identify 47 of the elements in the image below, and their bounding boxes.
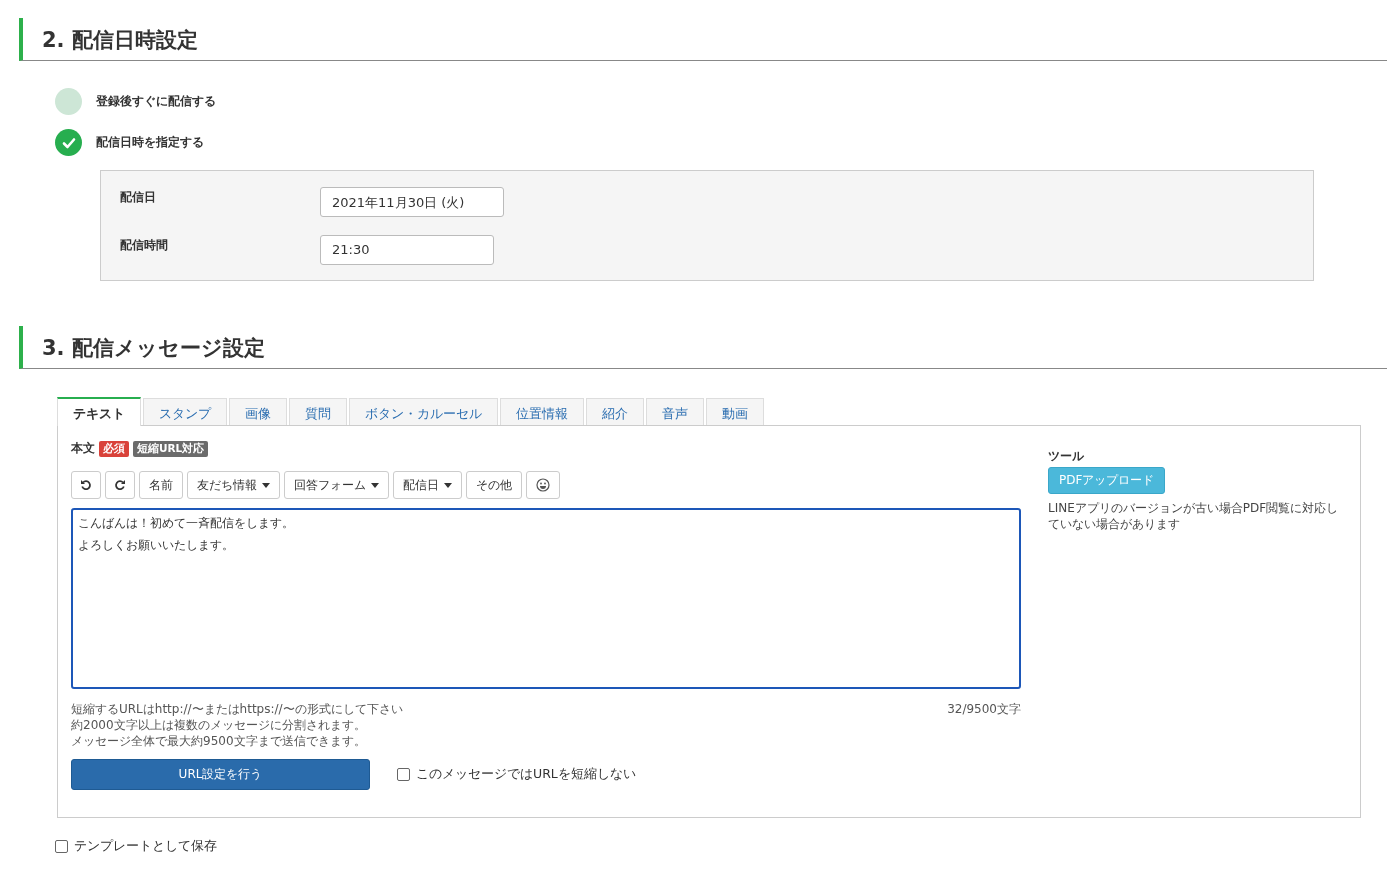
caret-icon: [444, 482, 452, 488]
check-icon: [61, 136, 76, 149]
tab[interactable]: 紹介: [586, 398, 644, 425]
dropdown-button[interactable]: 友だち情報: [187, 471, 280, 499]
tab[interactable]: 位置情報: [500, 398, 584, 425]
section-title: 3. 配信メッセージ設定: [42, 335, 265, 362]
tab[interactable]: 画像: [229, 398, 287, 425]
date-field[interactable]: 2021年11月30日 (火): [320, 187, 504, 217]
radio-label: 登録後すぐに配信する: [96, 93, 216, 110]
undo-icon: [80, 479, 92, 491]
checkbox-label: このメッセージではURLを短縮しない: [416, 766, 636, 783]
tab[interactable]: 質問: [289, 398, 347, 425]
field-label: 本文: [71, 440, 95, 457]
time-field[interactable]: 21:30: [320, 235, 494, 265]
radio-button[interactable]: [55, 129, 82, 156]
radio-button[interactable]: [55, 88, 82, 115]
redo-button[interactable]: [105, 471, 135, 499]
tab[interactable]: テキスト: [57, 397, 141, 426]
caret-icon: [371, 482, 379, 488]
caret-icon: [262, 482, 270, 488]
field-label: 配信日: [120, 189, 157, 206]
insert-button[interactable]: 名前: [139, 471, 183, 499]
message-textarea[interactable]: こんばんは！初めて一斉配信をします。 よろしくお願いいたします。: [71, 508, 1021, 689]
tab[interactable]: スタンプ: [143, 398, 227, 425]
checkbox[interactable]: [397, 768, 410, 781]
insert-button[interactable]: その他: [466, 471, 522, 499]
dropdown-button[interactable]: 回答フォーム: [284, 471, 389, 499]
checkbox-label: テンプレートとして保存: [74, 838, 217, 855]
tag: 必須: [99, 440, 129, 457]
redo-icon: [114, 479, 126, 491]
url-settings-button[interactable]: URL設定を行う: [71, 759, 370, 790]
smiley-icon: [536, 478, 550, 492]
emoji-button[interactable]: [526, 471, 560, 499]
field-label: 配信時間: [120, 237, 169, 254]
dropdown-button[interactable]: 配信日: [393, 471, 462, 499]
help-text: 短縮するURLはhttp://〜またはhttps://〜の形式にして下さい 約2000文字以上は複数のメッセージに分割されます。 メッセージ全体で最大約9500文字まで送信できます。: [71, 701, 403, 749]
checkbox[interactable]: [55, 840, 68, 853]
character-counter: 32/9500文字: [947, 701, 1021, 718]
tools-note: LINEアプリのバージョンが古い場合PDF閲覧に対応していない場合があります: [1048, 500, 1340, 532]
radio-label: 配信日時を指定する: [96, 134, 204, 151]
tab[interactable]: 動画: [706, 398, 764, 425]
tab[interactable]: 音声: [646, 398, 704, 425]
undo-button[interactable]: [71, 471, 101, 499]
tab[interactable]: ボタン・カルーセル: [349, 398, 498, 425]
tools-title: ツール: [1048, 448, 1085, 465]
section-title: 2. 配信日時設定: [42, 27, 198, 54]
tag: 短縮URL対応: [133, 440, 209, 457]
